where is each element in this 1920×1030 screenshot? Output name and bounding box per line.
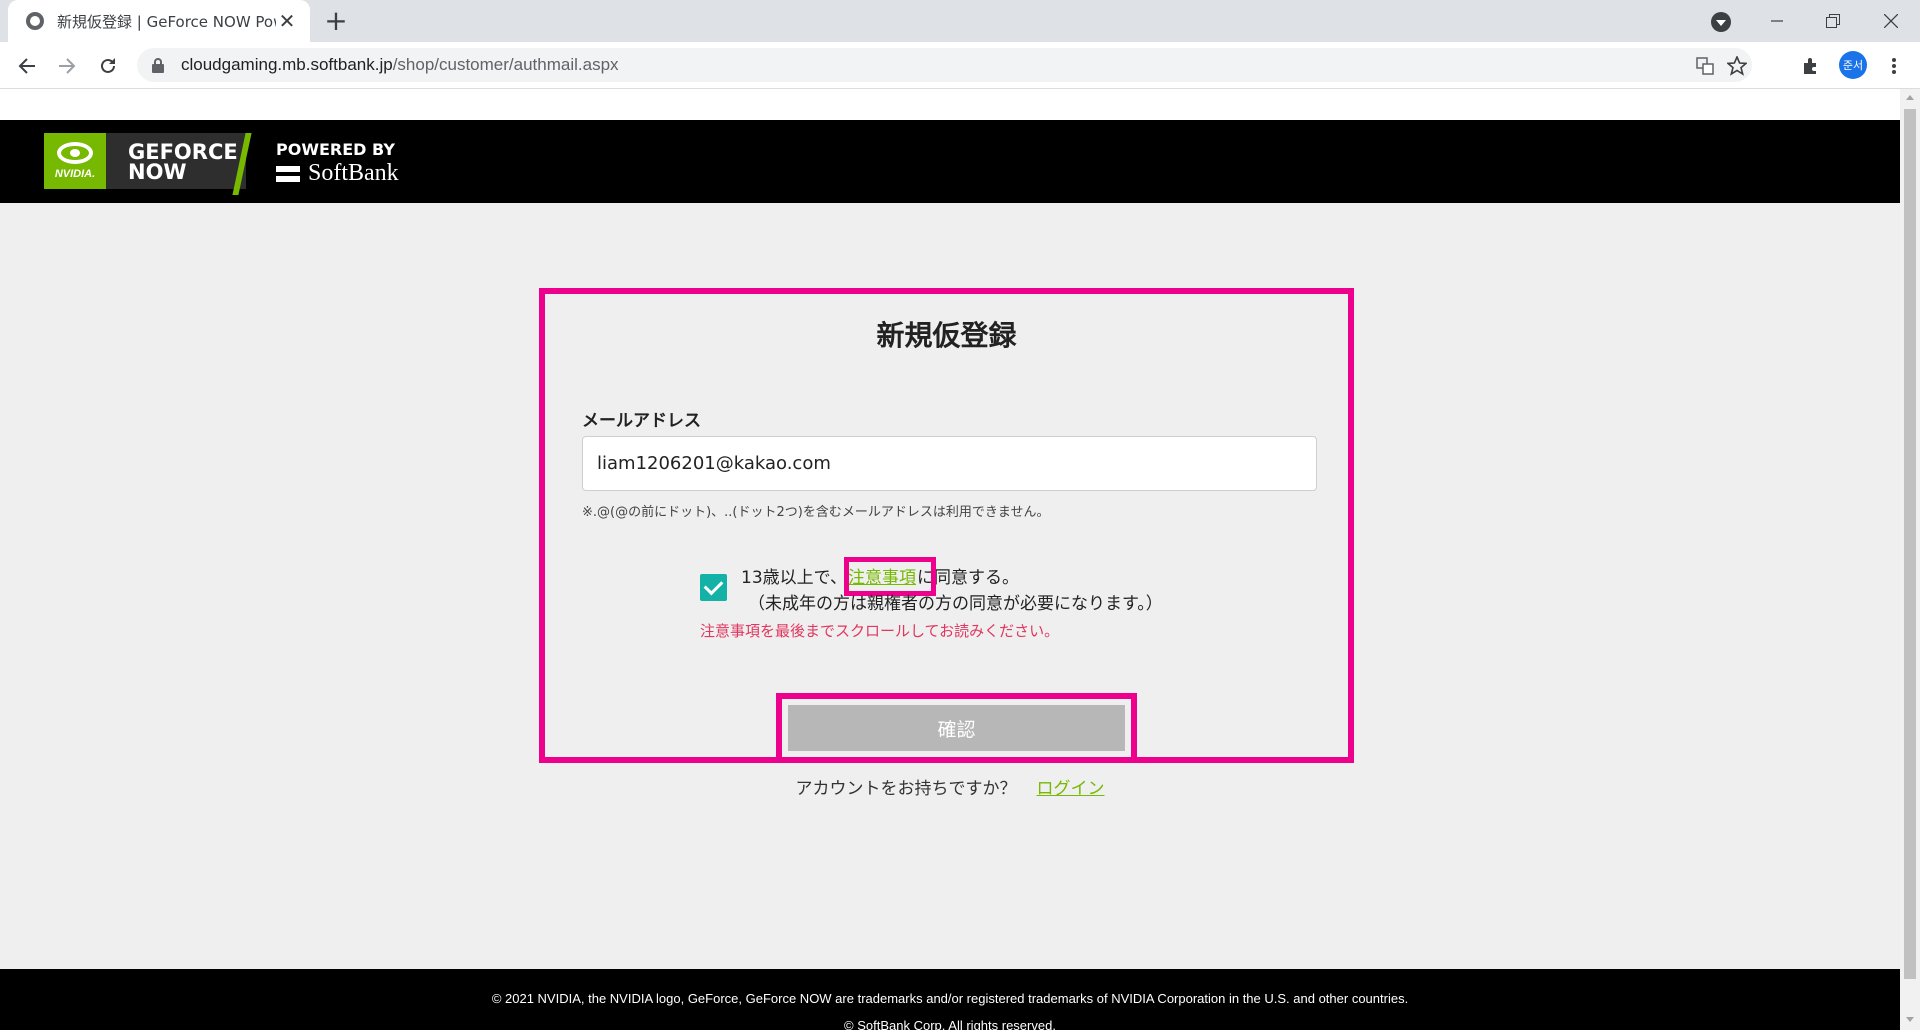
- scroll-thumb[interactable]: [1904, 109, 1916, 979]
- account-row: アカウントをお持ちですか？ ログイン: [0, 774, 1900, 799]
- page-title: 新規仮登録: [876, 319, 1017, 352]
- email-note: ※.@(@の前にドット)、..(ドット2つ)を含むメールアドレスは利用できません…: [582, 505, 1050, 520]
- restore-icon: [1826, 14, 1840, 28]
- arrow-left-icon: [18, 58, 35, 74]
- guardian-note: （未成年の方は親権者の方の同意が必要になります。）: [748, 594, 1163, 614]
- bookmark-star-icon[interactable]: [1725, 54, 1749, 78]
- email-label: メールアドレス: [582, 411, 701, 431]
- powered-by-label: POWERED BY: [276, 140, 395, 159]
- geforce-now-logo[interactable]: NVIDIA. GEFORCE NOW: [44, 133, 252, 195]
- profile-avatar[interactable]: 준서: [1839, 51, 1867, 79]
- reload-button[interactable]: [92, 50, 124, 82]
- minimize-button[interactable]: [1752, 0, 1802, 42]
- restore-button[interactable]: [1808, 0, 1858, 42]
- browser-tab-bar: 新規仮登録 | GeForce NOW Pow ✕ +: [0, 0, 1920, 42]
- footer-trademark: © 2021 NVIDIA, the NVIDIA logo, GeForce,…: [491, 991, 1409, 1006]
- confirm-button[interactable]: 確認: [788, 705, 1125, 751]
- softbank-logo: SoftBank: [276, 160, 399, 187]
- tab-title: 新規仮登録 | GeForce NOW Pow: [57, 12, 277, 31]
- site-header: NVIDIA. GEFORCE NOW POWERED BY SoftBank: [0, 120, 1900, 203]
- tab-search-icon[interactable]: [1711, 12, 1731, 32]
- new-tab-button[interactable]: +: [322, 7, 350, 36]
- nvidia-logo: NVIDIA.: [44, 133, 106, 189]
- globe-icon: [26, 12, 44, 30]
- scroll-down-icon[interactable]: [1906, 1017, 1914, 1022]
- geforce-now-wordmark: GEFORCE NOW: [106, 133, 246, 189]
- arrow-right-icon: [59, 58, 76, 74]
- translate-icon[interactable]: [1693, 54, 1717, 78]
- browser-tab[interactable]: 新規仮登録 | GeForce NOW Pow ✕: [8, 0, 310, 42]
- page-content: NVIDIA. GEFORCE NOW POWERED BY SoftBank …: [0, 89, 1900, 1030]
- login-link[interactable]: ログイン: [1037, 779, 1105, 799]
- nvidia-eye-icon: [57, 142, 93, 164]
- minimize-icon: [1771, 20, 1783, 22]
- close-window-button[interactable]: [1866, 0, 1916, 42]
- browser-toolbar: cloudgaming.mb.softbank.jp/shop/customer…: [0, 42, 1920, 89]
- scroll-warning: 注意事項を最後までスクロールしてお読みください。: [700, 622, 1060, 640]
- scroll-up-icon[interactable]: [1906, 95, 1914, 100]
- registration-card: 新規仮登録 メールアドレス ※.@(@の前にドット)、..(ドット2つ)を含むメ…: [539, 288, 1354, 763]
- terms-link[interactable]: 注意事項: [848, 563, 916, 588]
- agree-text: 13歳以上で、 注意事項 に同意する。: [741, 563, 1019, 588]
- footer-copyright: © SoftBank Corp. All rights reserved.: [844, 1018, 1056, 1030]
- url-text: cloudgaming.mb.softbank.jp/shop/customer…: [181, 55, 619, 74]
- reload-icon: [101, 58, 115, 73]
- account-question: アカウントをお持ちですか？: [795, 779, 1017, 799]
- site-footer: © 2021 NVIDIA, the NVIDIA logo, GeForce,…: [0, 969, 1900, 1030]
- tab-close-icon[interactable]: ✕: [276, 11, 298, 31]
- forward-button[interactable]: [51, 50, 83, 82]
- menu-kebab-icon[interactable]: [1880, 52, 1908, 80]
- agree-checkbox[interactable]: [700, 574, 727, 601]
- extensions-icon[interactable]: [1797, 52, 1825, 80]
- top-strip: [0, 89, 1900, 120]
- confirm-highlight-box: 確認: [776, 693, 1137, 763]
- lock-icon: [152, 58, 164, 73]
- close-icon: [1884, 14, 1898, 28]
- address-bar[interactable]: cloudgaming.mb.softbank.jp/shop/customer…: [137, 48, 1752, 82]
- email-field[interactable]: [582, 436, 1317, 491]
- page-scrollbar[interactable]: [1900, 89, 1920, 1030]
- softbank-bars-icon: [276, 165, 300, 182]
- back-button[interactable]: [11, 50, 43, 82]
